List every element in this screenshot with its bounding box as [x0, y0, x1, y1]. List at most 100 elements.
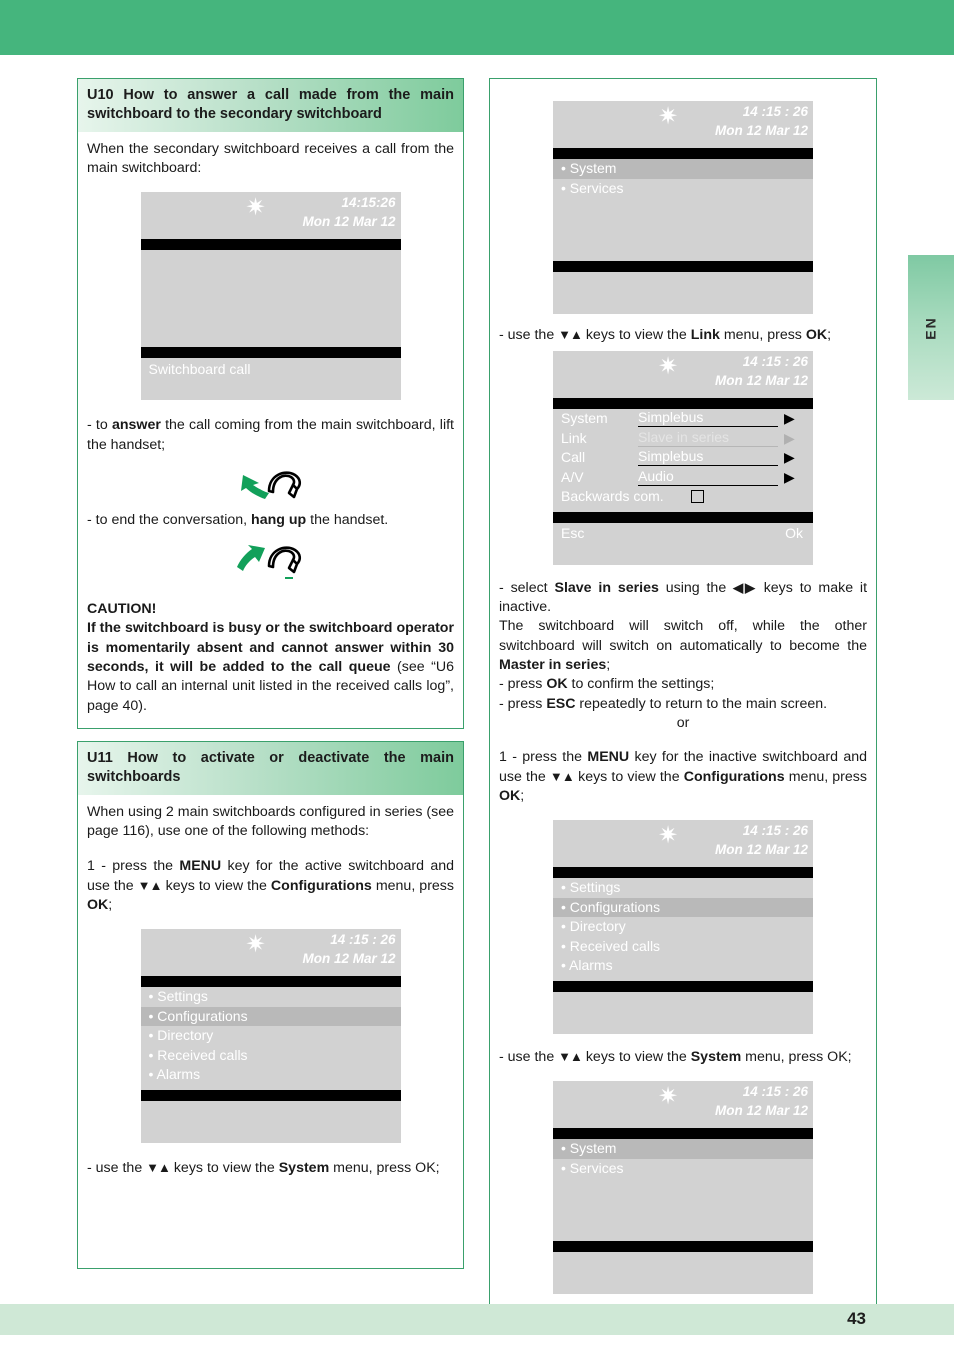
page-top-band [0, 0, 954, 55]
menu-item[interactable]: • Alarms [553, 956, 813, 976]
language-tab-en: EN [908, 255, 954, 400]
screen-divider-bottom [553, 511, 813, 523]
setting-value[interactable]: Audio [638, 468, 778, 486]
setting-value[interactable]: Simplebus [638, 409, 778, 428]
u10-hangup-bold: hang up [251, 511, 307, 528]
screen-menu-list: • Settings • Configurations • Directory … [140, 987, 401, 1090]
ok-key-label: OK [499, 787, 521, 804]
u10-answer-pre: - to [87, 417, 112, 434]
menu-item[interactable]: • Directory [140, 1026, 401, 1046]
backwards-com-checkbox[interactable] [691, 490, 704, 504]
menu-item[interactable]: • Settings [140, 987, 401, 1007]
menu-key-label: MENU [587, 749, 630, 766]
u11-step1-menu-key: MENU [179, 858, 222, 875]
setting-value[interactable]: Simplebus [638, 448, 778, 467]
star-icon: ✷ [245, 931, 266, 959]
select-b: using the [658, 579, 734, 596]
screen-date: Mon 12 Mar 12 [302, 951, 396, 967]
screen-menu-list: • System • Services [553, 1139, 813, 1242]
star-icon: ✷ [658, 353, 679, 381]
screen-body [140, 250, 401, 348]
chevron-right-icon[interactable]: ▶ [784, 429, 795, 449]
setting-label: Link [561, 429, 587, 446]
u11-step1-ok-key: OK [87, 896, 109, 913]
press-ok-paragraph: - press OK to confirm the settings; [499, 675, 867, 694]
ok-key-label: OK [546, 676, 568, 693]
u10-intro-text: When the secondary switchboard receives … [87, 140, 454, 176]
language-tab-label: EN [922, 315, 939, 340]
right-column: ✷ 14 :15 : 26 Mon 12 Mar 12 • System • S… [489, 78, 877, 1325]
link-step-a: - use the [499, 327, 559, 343]
menu-item[interactable]: • Services [553, 1158, 813, 1179]
right-step2-c: menu, press OK; [741, 1048, 852, 1065]
page-number: 43 [847, 1309, 866, 1328]
setting-row-system[interactable]: System Simplebus ▶ [553, 409, 813, 429]
menu-item[interactable]: • Received calls [553, 936, 813, 957]
setting-row-link[interactable]: Link Slave in series ▶ [553, 429, 813, 449]
screen-time: 14 :15 : 26 [330, 932, 396, 948]
link-step-paragraph: - use the ▼▲ keys to view the Link menu,… [499, 326, 867, 345]
menu-item[interactable]: • Services [553, 178, 813, 198]
setting-row-backwards-com[interactable]: Backwards com. [553, 487, 813, 507]
setting-row-call[interactable]: Call Simplebus ▶ [553, 448, 813, 468]
screen-header: ✷ 14 :15 : 26 Mon 12 Mar 12 [553, 820, 813, 868]
setting-row-av[interactable]: A/V Audio ▶ [553, 468, 813, 488]
ok-softkey[interactable]: Ok [785, 525, 803, 541]
screen-divider-bottom [553, 980, 813, 992]
screen-divider-top [553, 398, 813, 410]
section-u11: U11 How to activate or deactivate the ma… [77, 741, 464, 1269]
right-column-box: ✷ 14 :15 : 26 Mon 12 Mar 12 • System • S… [489, 78, 877, 1314]
u11-step1-config-menu: Configurations [270, 877, 372, 894]
chevron-right-icon[interactable]: ▶ [784, 409, 795, 429]
setting-value[interactable]: Slave in series [638, 429, 778, 447]
screen-time: 14 :15 : 26 [742, 104, 808, 119]
chevron-right-icon[interactable]: ▶ [784, 448, 795, 468]
menu-item[interactable]: • Configurations [553, 897, 813, 918]
section-u10: U10 How to answer a call made from the m… [77, 78, 464, 729]
screen-footer [553, 1252, 813, 1295]
link-step-ok-key: OK [805, 327, 828, 343]
press-esc-b: repeatedly to return to the main screen. [575, 695, 828, 712]
updown-arrow-icon: ▼▲ [558, 1048, 583, 1064]
u11-intro-text: When using 2 main switchboards configure… [87, 803, 454, 839]
menu-item[interactable]: • Directory [553, 917, 813, 937]
press-esc-paragraph: - press ESC repeatedly to return to the … [499, 695, 867, 714]
screen-header: ✷ 14 :15 : 26 Mon 12 Mar 12 [553, 1081, 813, 1129]
screen-time: 14 :15 : 26 [742, 354, 808, 370]
updown-arrow-icon: ▼▲ [549, 768, 575, 784]
u11-step2-c: menu, press OK; [329, 1159, 440, 1176]
right-step1-c: keys to view the [573, 768, 684, 785]
left-column: U10 How to answer a call made from the m… [77, 78, 464, 1281]
screen-divider-bottom [553, 1241, 813, 1253]
chevron-right-icon[interactable]: ▶ [784, 468, 795, 488]
setting-label: Backwards com. [561, 488, 664, 505]
screen-time: 14 :15 : 26 [742, 823, 808, 839]
screen-divider-bottom [553, 261, 813, 272]
menu-item[interactable]: • Received calls [140, 1045, 401, 1066]
esc-softkey[interactable]: Esc [561, 525, 584, 541]
u10-caution-body: If the switchboard is busy or the switch… [87, 619, 454, 716]
star-icon: ✷ [658, 103, 679, 130]
u11-step2-b: keys to view the [169, 1159, 279, 1176]
menu-item[interactable]: • System [553, 159, 813, 179]
slave-in-series-label: Slave in series [554, 579, 659, 596]
menu-item[interactable]: • Alarms [140, 1065, 401, 1085]
screen-footer [553, 272, 813, 314]
link-menu-name: Link [690, 327, 720, 343]
menu-item[interactable]: • Settings [553, 878, 813, 898]
screen-header: ✷ 14 :15 : 26 Mon 12 Mar 12 [553, 101, 813, 148]
menu-item[interactable]: • System [553, 1139, 813, 1159]
handset-hangup-icon [87, 540, 454, 582]
screen-footer: Esc Ok [553, 522, 813, 565]
screen-main-menu-left: ✷ 14 :15 : 26 Mon 12 Mar 12 • Settings •… [140, 929, 401, 1143]
screen-divider-top [140, 976, 401, 988]
u11-step1-d: menu, press [371, 877, 454, 894]
menu-item[interactable]: • Configurations [140, 1006, 401, 1027]
section-u11-heading: U11 How to activate or deactivate the ma… [78, 742, 463, 795]
screen-menu-list: • Settings • Configurations • Directory … [553, 878, 813, 981]
updown-arrow-icon: ▼▲ [146, 1159, 171, 1175]
screen-time: 14 :15 : 26 [742, 1084, 808, 1100]
u11-step1-c: keys to view the [161, 877, 271, 894]
updown-arrow-icon: ▼▲ [558, 327, 583, 342]
screen-menu-list: • System • Services [553, 159, 813, 261]
